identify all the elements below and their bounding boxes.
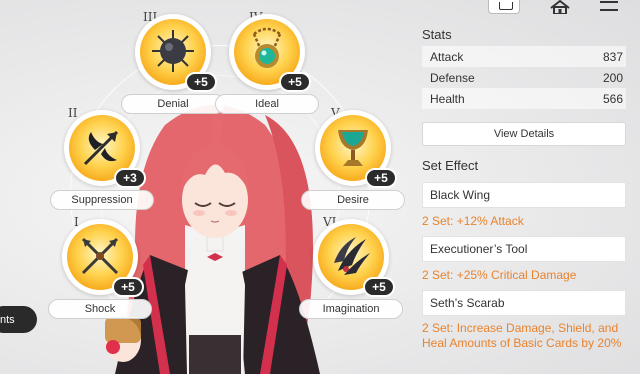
view-details-button[interactable]: View Details <box>422 122 626 146</box>
card-slot-desire[interactable]: V +5 Desire <box>293 106 413 220</box>
slot-name-label: Suppression <box>50 190 154 210</box>
card-slot-suppression[interactable]: II +3 Suppression <box>42 106 162 220</box>
golden-chalice-icon <box>338 130 368 166</box>
set-name-executioners-tool[interactable]: Executioner’s Tool <box>422 236 626 262</box>
slot-level-badge: +5 <box>279 72 311 92</box>
stat-row-attack: Attack 837 <box>422 46 626 67</box>
card-slot-ideal[interactable]: IV +5 Ideal <box>207 10 327 124</box>
home-icon[interactable] <box>548 0 572 14</box>
stats-title: Stats <box>422 27 452 42</box>
stat-value: 200 <box>602 70 623 85</box>
dark-claw-icon <box>334 237 370 275</box>
set-name-seths-scarab[interactable]: Seth’s Scarab <box>422 290 626 316</box>
stat-row-health: Health 566 <box>422 88 626 109</box>
card-slot-imagination[interactable]: VI +5 Imagination <box>291 215 411 329</box>
stat-row-defense: Defense 200 <box>422 67 626 88</box>
set-name-black-wing[interactable]: Black Wing <box>422 182 626 208</box>
stat-label: Attack <box>430 49 464 64</box>
info-panel: Stats Attack 837 Defense 200 Health 566 … <box>416 0 640 374</box>
black-wing-arrow-icon <box>83 130 119 166</box>
set-desc-seths-scarab: 2 Set: Increase Damage, Shield, and Heal… <box>422 321 622 350</box>
slot-level-badge: +5 <box>363 277 395 297</box>
slot-level-badge: +5 <box>365 168 397 188</box>
side-tab-button[interactable]: nts <box>0 306 37 333</box>
spiked-mace-icon <box>152 30 194 72</box>
set-desc-executioners-tool: 2 Set: +25% Critical Damage <box>422 268 577 282</box>
side-tab-label: nts <box>0 313 15 326</box>
stats-table: Attack 837 Defense 200 Health 566 <box>422 46 626 109</box>
card-slot-shock[interactable]: I +5 Shock <box>40 215 160 329</box>
crossed-blades-icon <box>81 237 119 275</box>
slot-level-badge: +5 <box>112 277 144 297</box>
slot-level-badge: +3 <box>114 168 146 188</box>
slot-name-label: Imagination <box>299 299 403 319</box>
slot-name-label: Shock <box>48 299 152 319</box>
top-toolbar <box>484 0 640 16</box>
set-effect-title: Set Effect <box>422 158 479 173</box>
stat-label: Defense <box>430 70 475 85</box>
menu-icon[interactable] <box>598 0 620 14</box>
stat-value: 566 <box>602 91 623 106</box>
stat-label: Health <box>430 91 465 106</box>
slot-name-label: Desire <box>301 190 405 210</box>
stat-value: 837 <box>602 49 623 64</box>
green-pendant-icon <box>252 27 282 68</box>
set-desc-black-wing: 2 Set: +12% Attack <box>422 214 524 228</box>
id-card-icon[interactable] <box>488 0 520 14</box>
